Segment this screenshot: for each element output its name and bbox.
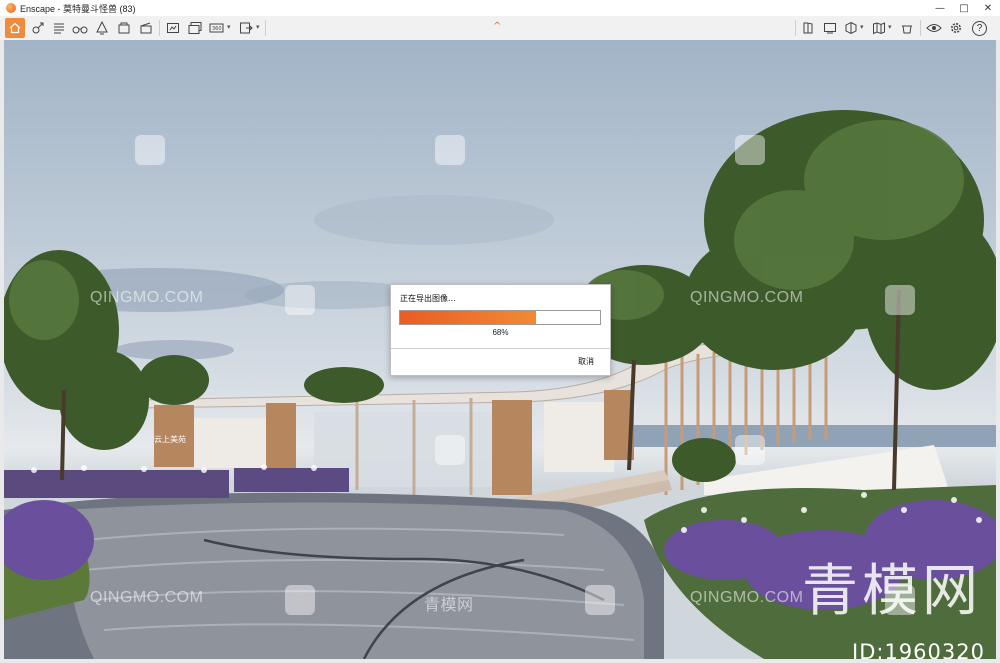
watermark-text: QINGMO.COM [90,589,204,606]
toolbar-separator [265,20,266,36]
home-button[interactable] [5,18,25,38]
window-frame-bottom [0,659,1000,663]
views-button[interactable] [115,19,133,37]
map-button[interactable] [870,19,888,37]
watermark-logo [285,585,315,615]
light-button[interactable] [93,19,111,37]
light-icon [96,21,108,35]
visual-settings-button[interactable] [925,19,943,37]
close-button[interactable]: ✕ [976,0,1000,16]
watermark-logo [735,435,765,465]
home-icon [9,22,21,34]
batch-capture-button[interactable] [186,19,204,37]
dialog-divider [391,348,610,349]
watermark-text: QINGMO.COM [690,589,804,606]
watermark-text: QINGMO.COM [90,289,204,306]
cube-dropdown-caret[interactable]: ▾ [860,23,864,31]
binoculars-button[interactable] [71,19,89,37]
video-editor-button[interactable] [137,19,155,37]
minimize-button[interactable]: — [928,0,952,16]
panorama-button[interactable]: 360 [208,19,226,37]
window-controls: — □ ✕ [928,0,1000,16]
watermark-logo [585,585,615,615]
cube-icon [845,21,857,35]
building-sign-text: 云上美苑 [154,434,186,444]
book-icon [803,22,813,34]
pan-button[interactable] [29,19,47,37]
assets-icon [902,25,912,34]
map-icon [873,22,885,35]
watermark-brand-large: 青模网 [802,559,982,624]
export-icon [240,22,253,34]
asset-library-button[interactable] [800,19,818,37]
map-dropdown-caret[interactable]: ▾ [888,23,892,31]
screen-button[interactable] [821,19,839,37]
cube-view-button[interactable] [842,19,860,37]
capture-icon [167,23,179,33]
collapse-toolbar-icon[interactable]: ^ [493,21,501,32]
toolbar: 360 ▾ ▾ ^ ▾ ▾ ? [0,16,1000,41]
panorama-dropdown-caret[interactable]: ▾ [227,23,231,31]
svg-text:360: 360 [212,26,222,32]
progress-bar-fill [400,311,536,324]
watermark-logo [285,285,315,315]
toolbar-separator [795,20,796,36]
window-title: Enscape - 莫特曼斗怪兽 (83) [20,3,136,14]
views-icon [118,22,130,34]
binoculars-icon [72,26,88,34]
assets-button[interactable] [898,19,916,37]
cancel-button[interactable]: 取消 [578,356,594,367]
clapperboard-icon [140,22,152,34]
watermark-cn-text: 青模网 [424,597,474,614]
text-tool-button[interactable] [50,19,68,37]
watermark-logo [435,135,465,165]
maximize-button[interactable]: □ [952,0,976,16]
screenshot-button[interactable] [164,19,182,37]
enscape-logo-icon [6,3,16,13]
watermark-id: ID:1960320 [852,640,985,659]
screen-icon [824,23,836,34]
watermark-logo [135,135,165,165]
title-bar: Enscape - 莫特曼斗怪兽 (83) — □ ✕ [0,0,1000,16]
visual-settings-icon [926,24,942,32]
progress-percent: 68% [492,328,509,337]
watermark-logo [735,135,765,165]
watermark-logo [435,435,465,465]
batch-capture-icon [188,22,202,34]
progress-bar [399,310,601,325]
settings-button[interactable] [947,19,965,37]
export-dropdown-caret[interactable]: ▾ [256,23,260,31]
pan-icon [32,22,44,34]
text-icon [54,23,64,34]
toolbar-separator [920,20,921,36]
window-frame-right [996,40,1000,663]
dialog-title: 正在导出图像... [400,294,456,303]
export-button[interactable] [237,19,255,37]
panorama-icon: 360 [209,23,224,33]
help-button[interactable]: ? [972,21,987,36]
gear-icon [951,23,961,33]
export-progress-dialog: 正在导出图像... 68% 取消 [390,284,611,376]
watermark-text: QINGMO.COM [690,289,804,306]
toolbar-separator [159,20,160,36]
watermark-logo [885,285,915,315]
